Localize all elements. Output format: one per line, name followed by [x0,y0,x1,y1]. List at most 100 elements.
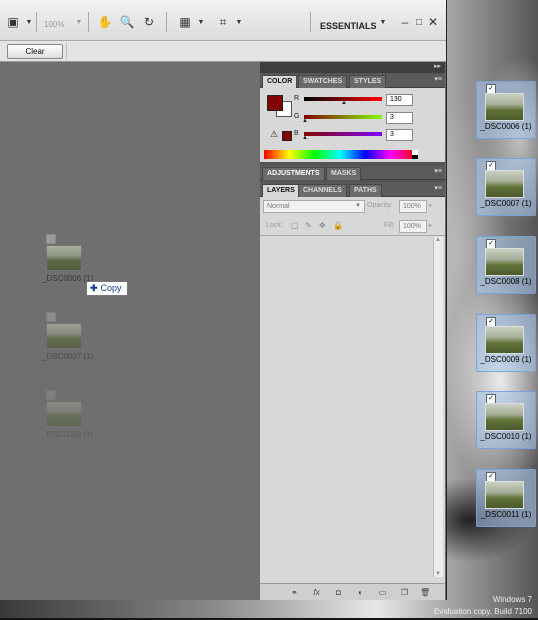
layers-divider [260,235,445,236]
out-of-gamut-warning-icon[interactable]: ⚠ [270,129,278,140]
options-divider [66,43,67,59]
ghost-checkbox [46,390,56,400]
opacity-arrow-icon[interactable]: ▸ [429,202,432,209]
arrange-dropdown-icon[interactable]: ▼ [192,14,210,30]
file-thumbnail [485,248,524,276]
file-label: _DSC0009 (1) [480,355,532,364]
delete-layer-icon[interactable]: 🗑 [420,588,430,597]
hand-tool-icon[interactable]: ✋ [96,14,114,30]
blend-mode-select[interactable]: Normal ▼ [263,200,365,213]
channel-r-input[interactable]: 130 [386,94,413,106]
scroll-down-icon[interactable]: ▼ [435,571,441,577]
layers-footer: ⚭ fx ◘ ◐ ▭ ❐ 🗑 [260,583,445,600]
watermark-os: Windows 7 [492,595,532,604]
color-ramp[interactable] [264,150,416,159]
panel-menu-icon[interactable]: ▾≡ [434,167,442,175]
document-canvas[interactable]: _DSC0006 (1) _DSC0007 (1) _DSC0008 (1) [0,62,259,600]
opacity-label: Opacity: [367,202,393,209]
color-ramp-black[interactable] [412,155,418,159]
channel-r-thumb[interactable]: ▲ [341,100,347,106]
link-layers-icon[interactable]: ⚭ [290,588,299,597]
panel-menu-icon[interactable]: ▾≡ [434,75,442,83]
ghost-thumbnail [46,245,82,271]
tab-color[interactable]: COLOR [262,75,298,88]
tab-paths[interactable]: PATHS [349,184,382,197]
watermark-build: Evaluation copy. Build 7100 [433,607,532,616]
file-label: _DSC0006 (1) [480,122,532,131]
foreground-color-swatch[interactable] [267,95,283,111]
scroll-up-icon[interactable]: ▲ [435,237,441,243]
ghost-thumbnail [46,401,82,427]
channel-r-label: R [294,95,300,102]
drag-copy-tooltip: ✚ Copy [86,281,128,296]
color-panel-tabs: COLOR SWATCHES STYLES ▾≡ [260,74,445,88]
lock-transparent-icon[interactable]: ▢ [291,221,299,230]
channel-b-input[interactable]: 3 [386,129,413,141]
file-label: _DSC0008 (1) [480,277,532,286]
file-thumbnail [485,170,524,198]
color-panel: R ▲ 130 G ▲ 3 ⚠ B ▲ 3 [260,88,445,162]
tab-swatches[interactable]: SWATCHES [298,75,348,88]
file-label: _DSC0007 (1) [480,199,532,208]
new-layer-icon[interactable]: ❐ [400,588,409,597]
new-group-icon[interactable]: ▭ [378,588,387,597]
tab-masks[interactable]: MASKS [326,167,362,180]
opacity-input[interactable]: 100% [399,200,427,213]
adjustment-layer-icon[interactable]: ◐ [356,588,365,597]
channel-g-thumb[interactable]: ▲ [302,118,308,124]
tab-layers[interactable]: LAYERS [262,184,300,197]
file-thumbnail [485,326,524,354]
add-mask-icon[interactable]: ◘ [334,588,343,597]
layer-style-icon[interactable]: fx [312,588,321,597]
tab-adjustments[interactable]: ADJUSTMENTS [262,167,325,180]
workspace-switcher[interactable]: ESSENTIALS [320,21,377,31]
close-icon[interactable]: ✕ [424,14,442,30]
application-bar: ▣ ▼ 100% ▼ ✋ 🔍 ↻ ▦ ▼ ⌗ ▼ ESSENTIALS ▼ – … [0,0,446,41]
channel-b-label: B [294,130,299,137]
zoom-level[interactable]: 100% [44,20,64,29]
file-thumbnail [485,481,524,509]
channel-b-thumb[interactable]: ▲ [302,135,308,141]
tab-channels[interactable]: CHANNELS [298,184,347,197]
toolbar-divider [88,12,89,32]
lock-all-icon[interactable]: 🔒 [333,221,343,230]
collapse-dock-icon[interactable]: ▸▸ [434,62,441,70]
lock-pixels-icon[interactable]: ✎ [305,221,312,230]
adjustments-panel-tabs: ADJUSTMENTS MASKS ▾≡ [260,166,445,180]
zoom-tool-icon[interactable]: 🔍 [118,14,136,30]
clear-button[interactable]: Clear [7,44,63,59]
layers-panel-tabs: LAYERS CHANNELS PATHS ▾≡ [260,183,445,197]
drag-copy-label: Copy [100,283,122,293]
channel-g-slider[interactable] [304,115,382,119]
blend-mode-value: Normal [267,203,290,210]
fill-input[interactable]: 100% [399,220,427,233]
file-thumbnail [485,93,524,121]
gamut-color-swatch[interactable] [282,131,292,141]
screen-layout-dropdown-icon[interactable]: ▼ [230,14,248,30]
channel-b-slider[interactable] [304,132,382,136]
fill-arrow-icon[interactable]: ▸ [429,222,432,229]
channel-g-input[interactable]: 3 [386,112,413,124]
zoom-dropdown-icon[interactable]: ▼ [70,14,88,30]
layers-scrollbar[interactable]: ▲ ▼ [433,237,443,577]
ghost-checkbox [46,312,56,322]
options-bar: Clear [0,41,446,62]
layers-panel: Normal ▼ Opacity: 100% ▸ Lock: ▢ ✎ ✥ 🔒 F… [260,197,445,600]
panel-dock: ▸▸ COLOR SWATCHES STYLES ▾≡ R ▲ 130 G ▲ … [260,62,445,600]
panel-menu-icon[interactable]: ▾≡ [434,184,442,192]
lock-label: Lock: [266,222,283,229]
ghost-checkbox [46,234,56,244]
photoshop-window: ▣ ▼ 100% ▼ ✋ 🔍 ↻ ▦ ▼ ⌗ ▼ ESSENTIALS ▼ – … [0,0,447,600]
rotate-view-icon[interactable]: ↻ [140,14,158,30]
file-label: _DSC0011 (1) [480,510,532,519]
tab-styles[interactable]: STYLES [349,75,387,88]
file-thumbnail [485,403,524,431]
lock-position-icon[interactable]: ✥ [319,221,326,230]
toolbar-divider [310,12,311,32]
workspace-dropdown-icon[interactable]: ▼ [374,14,392,30]
plus-icon: ✚ [90,283,98,293]
toolbar-divider [166,12,167,32]
ghost-label: _DSC0008 (1) [42,430,94,439]
fill-label: Fill: [384,222,395,229]
ghost-label: _DSC0007 (1) [42,352,94,361]
